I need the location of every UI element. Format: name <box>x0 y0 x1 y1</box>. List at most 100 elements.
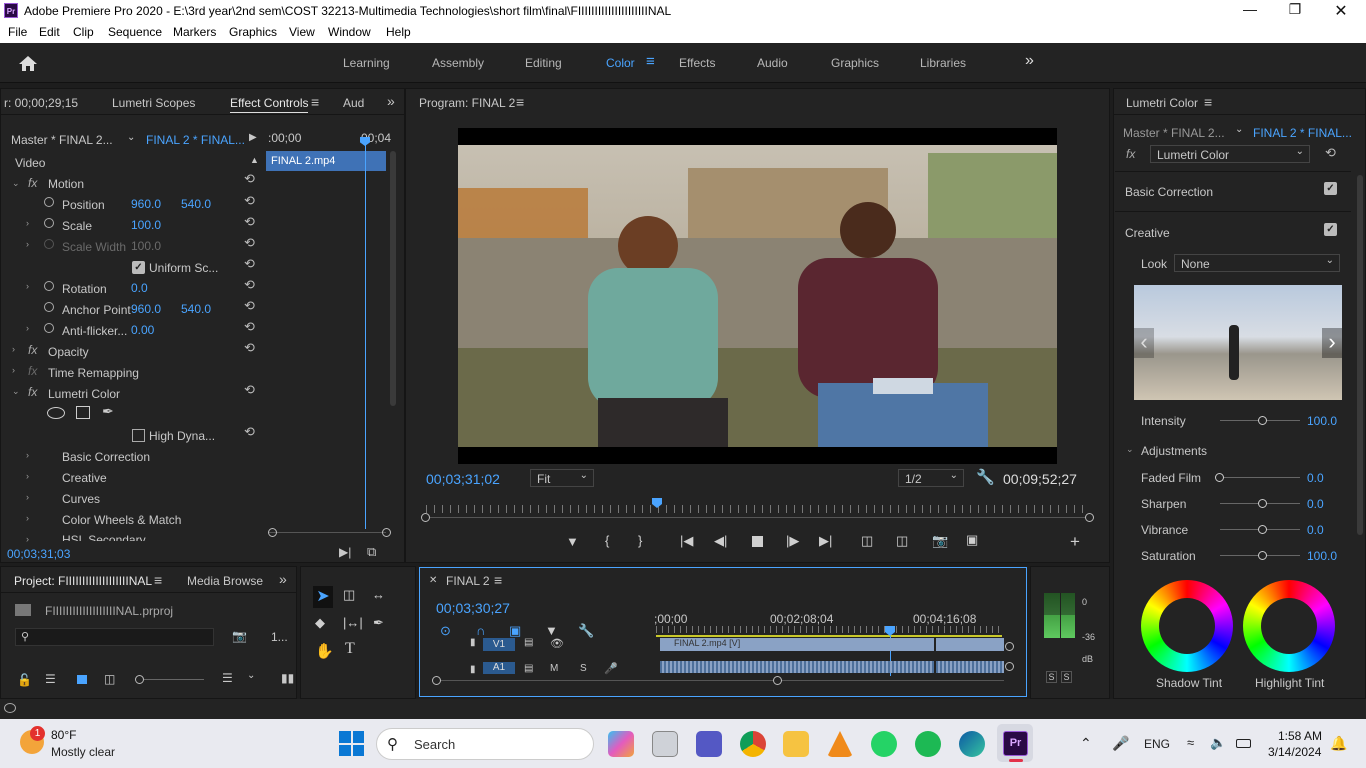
export-icon[interactable]: ⧉ <box>367 544 376 560</box>
weather-temp[interactable]: 80°F <box>51 728 76 742</box>
tab-media-browser[interactable]: Media Browse <box>187 574 263 588</box>
saturation-knob[interactable] <box>1258 551 1267 560</box>
add-button-icon[interactable]: + <box>1070 532 1080 552</box>
expand-arrow-icon[interactable]: › <box>12 344 15 354</box>
workspace-assembly[interactable]: Assembly <box>432 56 484 70</box>
clock-time[interactable]: 1:58 AM <box>1278 729 1322 743</box>
more-tabs-icon[interactable]: » <box>279 571 287 587</box>
reset-icon[interactable]: ⟲ <box>244 236 256 249</box>
rectangle-mask-icon[interactable] <box>76 406 90 419</box>
track-select-icon[interactable]: ◫ <box>343 587 355 603</box>
menu-help[interactable]: Help <box>386 25 411 39</box>
reset-icon[interactable]: ⟲ <box>244 425 256 438</box>
notification-bell-icon[interactable]: 🔔 <box>1330 735 1347 752</box>
intensity-value[interactable]: 100.0 <box>1307 414 1337 428</box>
panel-menu-icon[interactable]: ≡ <box>494 572 502 588</box>
language-indicator[interactable]: ENG <box>1144 737 1170 751</box>
workspace-color[interactable]: Color <box>606 56 635 70</box>
taskbar-search-input[interactable]: ⚲ Search <box>376 728 594 760</box>
ec-current-timecode[interactable]: 00;03;31;03 <box>7 547 70 561</box>
timeline-timecode[interactable]: 00;03;30;27 <box>436 600 510 616</box>
stop-button[interactable] <box>752 536 763 547</box>
lumetri-master-label[interactable]: Master * FINAL 2... <box>1123 126 1225 140</box>
stopwatch-icon[interactable] <box>44 302 54 312</box>
faded-film-value[interactable]: 0.0 <box>1307 471 1324 485</box>
step-forward-icon[interactable]: |▶ <box>786 533 799 549</box>
razor-tool-icon[interactable]: ◆ <box>315 615 325 631</box>
ec-clip-bar[interactable]: FINAL 2.mp4 <box>266 151 386 171</box>
workspace-learning[interactable]: Learning <box>343 56 390 70</box>
selection-tool-icon[interactable]: ➤ <box>313 586 333 608</box>
anchor-y[interactable]: 540.0 <box>181 302 211 316</box>
sync-lock-icon[interactable]: ▤ <box>524 637 533 648</box>
type-tool-icon[interactable]: T <box>345 640 355 658</box>
high-dynamic-checkbox[interactable] <box>132 429 145 442</box>
next-look-icon[interactable]: › <box>1322 328 1342 358</box>
linked-selection-icon[interactable]: ∩ <box>476 623 485 638</box>
tab-lumetri-scopes[interactable]: Lumetri Scopes <box>112 96 195 110</box>
restore-button[interactable]: ❐ <box>1275 1 1315 18</box>
reset-icon[interactable]: ⟲ <box>1325 146 1337 159</box>
status-icon[interactable] <box>4 703 16 713</box>
panel-menu-icon[interactable]: ≡ <box>154 572 162 588</box>
expand-arrow-icon[interactable]: › <box>12 365 15 375</box>
battery-icon[interactable] <box>1236 739 1251 748</box>
reset-icon[interactable]: ⟲ <box>244 383 256 396</box>
zoom-slider-track[interactable] <box>144 679 204 680</box>
creative-checkbox[interactable]: ✓ <box>1324 223 1337 236</box>
collapse-up-icon[interactable]: ▲ <box>250 155 259 165</box>
wifi-icon[interactable]: ≈ <box>1187 735 1194 750</box>
stopwatch-icon[interactable] <box>44 323 54 333</box>
faded-film-slider[interactable] <box>1220 477 1300 478</box>
menu-clip[interactable]: Clip <box>73 25 94 39</box>
menu-file[interactable]: File <box>8 25 27 39</box>
basic-correction-checkbox[interactable]: ✓ <box>1324 182 1337 195</box>
lock-icon[interactable]: ▮ <box>470 637 476 648</box>
close-button[interactable]: ✕ <box>1321 1 1361 21</box>
adjustments-label[interactable]: Adjustments <box>1141 444 1207 458</box>
wrench-icon[interactable]: 🔧 <box>976 468 995 486</box>
anchor-x[interactable]: 960.0 <box>131 302 161 316</box>
tray-overflow-icon[interactable]: ⌃ <box>1080 735 1092 752</box>
tab-project[interactable]: Project: FIIIIIIIIIIIIIIIIIIINAL <box>14 574 152 588</box>
hand-tool-icon[interactable]: ✋ <box>315 642 334 660</box>
chevron-down-icon[interactable]: ⌄ <box>127 132 135 143</box>
workspace-graphics[interactable]: Graphics <box>831 56 879 70</box>
play-only-icon[interactable]: ▶ <box>249 132 257 143</box>
ec-scrollbar[interactable] <box>390 151 396 406</box>
menu-sequence[interactable]: Sequence <box>108 25 162 39</box>
expand-chevron-icon[interactable]: ⌄ <box>12 386 20 397</box>
ellipse-mask-icon[interactable] <box>47 407 65 419</box>
clip-label[interactable]: FINAL 2 * FINAL... <box>146 133 245 147</box>
reset-icon[interactable]: ⟲ <box>244 341 256 354</box>
program-title[interactable]: Program: FINAL 2 <box>419 96 515 110</box>
tab-source[interactable]: r: 00;00;29;15 <box>4 96 78 110</box>
program-video-frame[interactable] <box>458 128 1057 464</box>
vibrance-knob[interactable] <box>1258 525 1267 534</box>
solo-left-button[interactable]: S <box>1046 671 1057 683</box>
list-view-icon[interactable]: ☰ <box>45 672 56 686</box>
rotation-value[interactable]: 0.0 <box>131 281 148 295</box>
freeform-view-icon[interactable]: ◫ <box>104 672 115 686</box>
panel-menu-icon[interactable]: ≡ <box>516 94 524 110</box>
volume-icon[interactable]: 🔈 <box>1210 735 1226 751</box>
hsl-secondary-item[interactable]: HSL Secondary <box>62 533 146 541</box>
expand-chevron-icon[interactable]: ⌄ <box>12 178 20 189</box>
compare-view-icon[interactable]: ▣ <box>966 532 978 548</box>
anti-flicker-value[interactable]: 0.00 <box>131 323 154 337</box>
windows-start-icon[interactable] <box>339 731 364 756</box>
reset-icon[interactable]: ⟲ <box>244 299 256 312</box>
lumetri-effect-select[interactable]: Lumetri Color ⌄ <box>1150 145 1310 163</box>
saturation-value[interactable]: 100.0 <box>1307 549 1337 563</box>
work-area-bar[interactable] <box>656 635 1002 637</box>
position-y[interactable]: 540.0 <box>181 197 211 211</box>
solo-right-button[interactable]: S <box>1061 671 1072 683</box>
eye-icon[interactable]: 👁 <box>550 637 564 650</box>
basic-correction-header[interactable]: Basic Correction <box>1125 185 1213 199</box>
expand-arrow-icon[interactable]: › <box>26 281 29 291</box>
tab-audio[interactable]: Aud <box>343 96 364 110</box>
lumetri-clip-label[interactable]: FINAL 2 * FINAL... <box>1253 126 1352 140</box>
panel-menu-icon[interactable]: ≡ <box>1204 94 1212 110</box>
zoom-handle-left[interactable] <box>421 513 430 522</box>
menu-view[interactable]: View <box>289 25 315 39</box>
